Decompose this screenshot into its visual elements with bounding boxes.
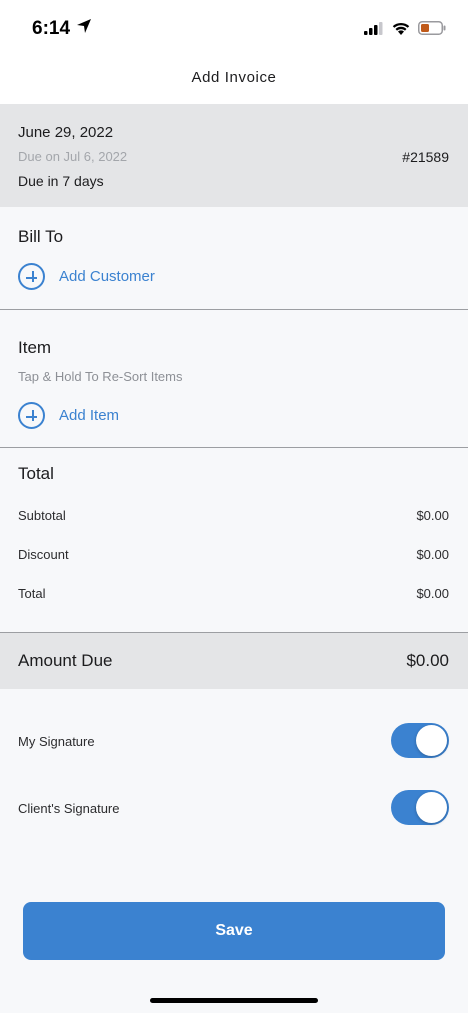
wifi-icon <box>392 22 410 40</box>
save-button[interactable]: Save <box>23 902 445 960</box>
amount-due-label: Amount Due <box>18 651 113 670</box>
add-item-label: Add Item <box>59 407 120 424</box>
bill-to-section: Bill To Add Customer <box>0 207 468 309</box>
invoice-number: #21589 <box>402 149 449 165</box>
add-customer-button[interactable]: Add Customer <box>18 263 155 290</box>
status-icons <box>364 21 446 40</box>
total-section: Total Subtotal $0.00 Discount $0.00 Tota… <box>0 448 468 632</box>
amount-due-value: $0.00 <box>406 651 449 670</box>
subtotal-value: $0.00 <box>416 508 449 523</box>
item-section: Item Tap & Hold To Re-Sort Items Add Ite… <box>0 310 468 447</box>
my-signature-toggle[interactable] <box>391 723 449 758</box>
bill-to-title: Bill To <box>18 227 64 246</box>
total-title: Total <box>18 464 54 483</box>
my-signature-label: My Signature <box>18 734 95 749</box>
client-signature-toggle[interactable] <box>391 790 449 825</box>
client-signature-label: Client's Signature <box>18 801 120 816</box>
total-label: Total <box>18 586 46 601</box>
item-hint: Tap & Hold To Re-Sort Items <box>18 369 183 384</box>
discount-value: $0.00 <box>416 547 449 562</box>
invoice-due-date: Due on Jul 6, 2022 <box>18 149 128 164</box>
status-bar: 6:14 <box>0 0 468 56</box>
add-item-button[interactable]: Add Item <box>18 402 119 429</box>
subtotal-label: Subtotal <box>18 508 66 523</box>
home-indicator <box>150 998 318 1003</box>
total-value: $0.00 <box>416 586 449 601</box>
plus-circle-icon <box>18 263 45 290</box>
discount-label: Discount <box>18 547 69 562</box>
amount-due-bar: Amount Due $0.00 <box>0 633 468 689</box>
toggle-knob <box>416 792 447 823</box>
page-title: Add Invoice <box>191 69 277 86</box>
status-time-text: 6:14 <box>32 18 71 39</box>
plus-circle-icon <box>18 402 45 429</box>
invoice-header[interactable]: June 29, 2022 Due on Jul 6, 2022 Due in … <box>0 104 468 207</box>
battery-low-icon <box>418 21 446 40</box>
nav-bar: Add Invoice <box>0 56 468 104</box>
toggle-knob <box>416 725 447 756</box>
location-arrow-icon <box>76 18 92 40</box>
invoice-date: June 29, 2022 <box>18 124 114 141</box>
cellular-signal-icon <box>364 21 384 40</box>
add-customer-label: Add Customer <box>59 268 155 285</box>
item-title: Item <box>18 338 52 357</box>
status-time: 6:14 <box>32 18 92 40</box>
invoice-due-in: Due in 7 days <box>18 173 104 189</box>
